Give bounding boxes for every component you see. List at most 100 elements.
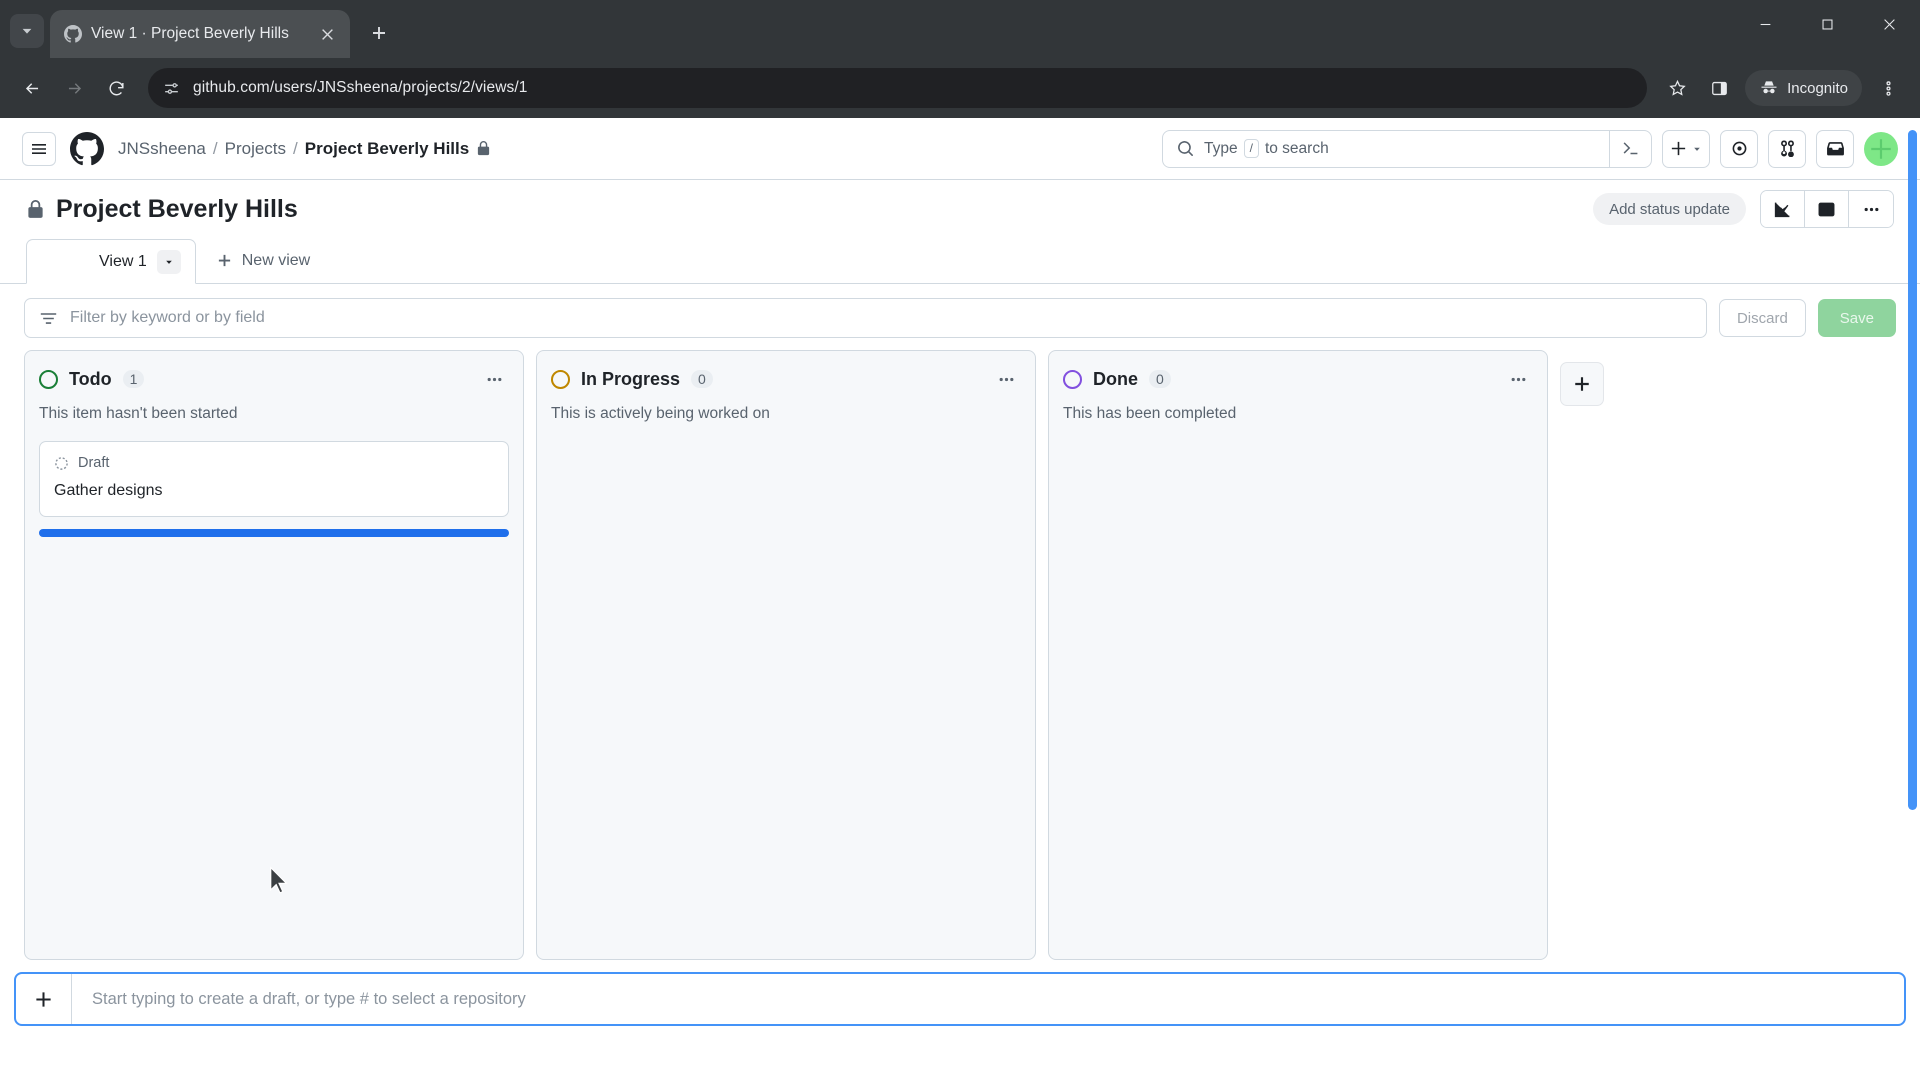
global-search[interactable]: Type / to search [1162, 129, 1652, 168]
forward-button[interactable] [54, 68, 94, 108]
create-new-button[interactable] [1662, 129, 1710, 168]
kebab-menu-icon [1885, 80, 1891, 96]
tab-close-button[interactable] [314, 21, 340, 47]
column-menu-button[interactable] [479, 365, 509, 393]
breadcrumb-owner[interactable]: JNSsheena [118, 139, 206, 159]
filter-input[interactable]: Filter by keyword or by field [24, 298, 1707, 338]
back-button[interactable] [12, 68, 52, 108]
window-minimize-button[interactable] [1734, 0, 1796, 48]
github-favicon [64, 25, 82, 43]
git-pull-request-icon [1780, 140, 1794, 157]
new-tab-button[interactable] [362, 16, 396, 50]
project-title-row: Project Beverly Hills Add status update [0, 180, 1920, 238]
status-dot-done [1063, 369, 1082, 389]
incognito-indicator[interactable]: Incognito [1745, 70, 1862, 106]
search-key-hint: / [1243, 139, 1259, 158]
command-palette-button[interactable] [1609, 130, 1651, 167]
pull-requests-button[interactable] [1768, 129, 1806, 168]
hamburger-icon [32, 143, 46, 154]
back-arrow-icon [25, 82, 38, 94]
user-avatar [1871, 138, 1891, 159]
tab-strip: View 1 · Project Beverly Hills [0, 0, 1920, 58]
vertical-scrollbar[interactable] [1908, 130, 1917, 810]
inbox-icon [1826, 142, 1844, 156]
breadcrumb-projects[interactable]: Projects [225, 139, 286, 159]
project-more-menu-button[interactable] [1849, 191, 1893, 227]
add-status-update-label: Add status update [1609, 200, 1730, 218]
kebab-horizontal-icon [999, 377, 1013, 381]
column-menu-button[interactable] [1503, 365, 1533, 393]
global-nav-menu-button[interactable] [22, 131, 56, 166]
add-column-button[interactable] [1560, 362, 1604, 406]
address-bar[interactable]: github.com/users/JNSsheena/projects/2/vi… [148, 68, 1648, 108]
column-description: This has been completed [1063, 405, 1237, 422]
breadcrumb-current: Project Beverly Hills [305, 139, 491, 159]
board-column-in-progress: In Progress 0 This is actively being wor… [536, 350, 1036, 960]
status-dot-todo [39, 369, 58, 389]
maximize-icon [1822, 19, 1832, 29]
save-label: Save [1839, 309, 1874, 327]
window-close-icon [1883, 18, 1895, 30]
card-badge: Draft [54, 455, 494, 471]
reload-button[interactable] [96, 68, 136, 108]
column-name: In Progress [581, 368, 681, 389]
project-view-actions [1760, 190, 1894, 228]
board-card[interactable]: Draft Gather designs [39, 441, 509, 517]
browser-tab[interactable]: View 1 · Project Beverly Hills [50, 10, 350, 58]
add-item-button[interactable] [16, 974, 72, 1024]
tab-search-button[interactable] [10, 14, 44, 48]
draft-circle-icon [55, 456, 68, 470]
address-bar-url: github.com/users/JNSsheena/projects/2/vi… [193, 79, 528, 96]
new-view-button[interactable]: New view [202, 238, 325, 283]
avatar[interactable] [1864, 131, 1898, 166]
view-tabs: View 1 New view [0, 238, 1920, 284]
card-drop-indicator [39, 529, 509, 537]
status-dot-in-progress [551, 369, 570, 389]
create-draft-bar[interactable]: Start typing to create a draft, or type … [14, 972, 1906, 1026]
column-count: 1 [122, 370, 145, 388]
plus-icon [1671, 141, 1686, 156]
add-status-update-button[interactable]: Add status update [1593, 193, 1746, 225]
column-menu-button[interactable] [991, 365, 1021, 393]
bookmark-button[interactable] [1657, 68, 1697, 108]
column-header: Done 0 [1063, 365, 1533, 393]
github-header: JNSsheena / Projects / Project Beverly H… [0, 118, 1920, 180]
tab-view-1-label: View 1 [99, 252, 147, 270]
reload-icon [109, 80, 124, 95]
search-placeholder: Type / to search [1204, 139, 1329, 158]
header-actions: Type / to search [1162, 129, 1898, 168]
toggle-side-panel-button[interactable] [1805, 191, 1849, 227]
line-chart-icon [1774, 202, 1790, 217]
page-title: Project Beverly Hills [26, 195, 298, 224]
column-description: This is actively being worked on [551, 405, 770, 422]
create-draft-placeholder: Start typing to create a draft, or type … [92, 989, 526, 1008]
page-title-label: Project Beverly Hills [56, 194, 298, 223]
column-description: This item hasn't been started [39, 405, 238, 422]
search-placeholder-suffix: to search [1264, 139, 1329, 157]
insights-button[interactable] [1761, 191, 1805, 227]
column-count: 0 [691, 370, 713, 388]
kebab-horizontal-icon [1511, 377, 1525, 381]
chevron-down-icon [1694, 147, 1700, 151]
tab-view-1[interactable]: View 1 [26, 239, 196, 284]
filter-placeholder: Filter by keyword or by field [70, 309, 265, 326]
board-column-done: Done 0 This has been completed [1048, 350, 1548, 960]
github-logo[interactable] [70, 131, 104, 166]
column-name: Todo [69, 368, 112, 389]
discard-button[interactable]: Discard [1718, 299, 1806, 337]
project-side-panel-icon [1818, 202, 1835, 216]
lock-icon [478, 141, 490, 156]
site-settings-icon [165, 82, 178, 94]
save-button[interactable]: Save [1817, 299, 1896, 337]
browser-menu-button[interactable] [1868, 68, 1908, 108]
issues-button[interactable] [1720, 129, 1758, 168]
window-maximize-button[interactable] [1796, 0, 1858, 48]
notifications-inbox-button[interactable] [1816, 129, 1854, 168]
search-input[interactable]: Type / to search [1163, 139, 1609, 158]
card-title: Gather designs [54, 482, 163, 499]
view-1-menu-button[interactable] [156, 249, 181, 274]
window-close-button[interactable] [1858, 0, 1920, 48]
kebab-horizontal-icon [1864, 207, 1878, 211]
board-column-todo: Todo 1 This item hasn't been started Dra… [24, 350, 524, 960]
side-panel-button[interactable] [1699, 68, 1739, 108]
